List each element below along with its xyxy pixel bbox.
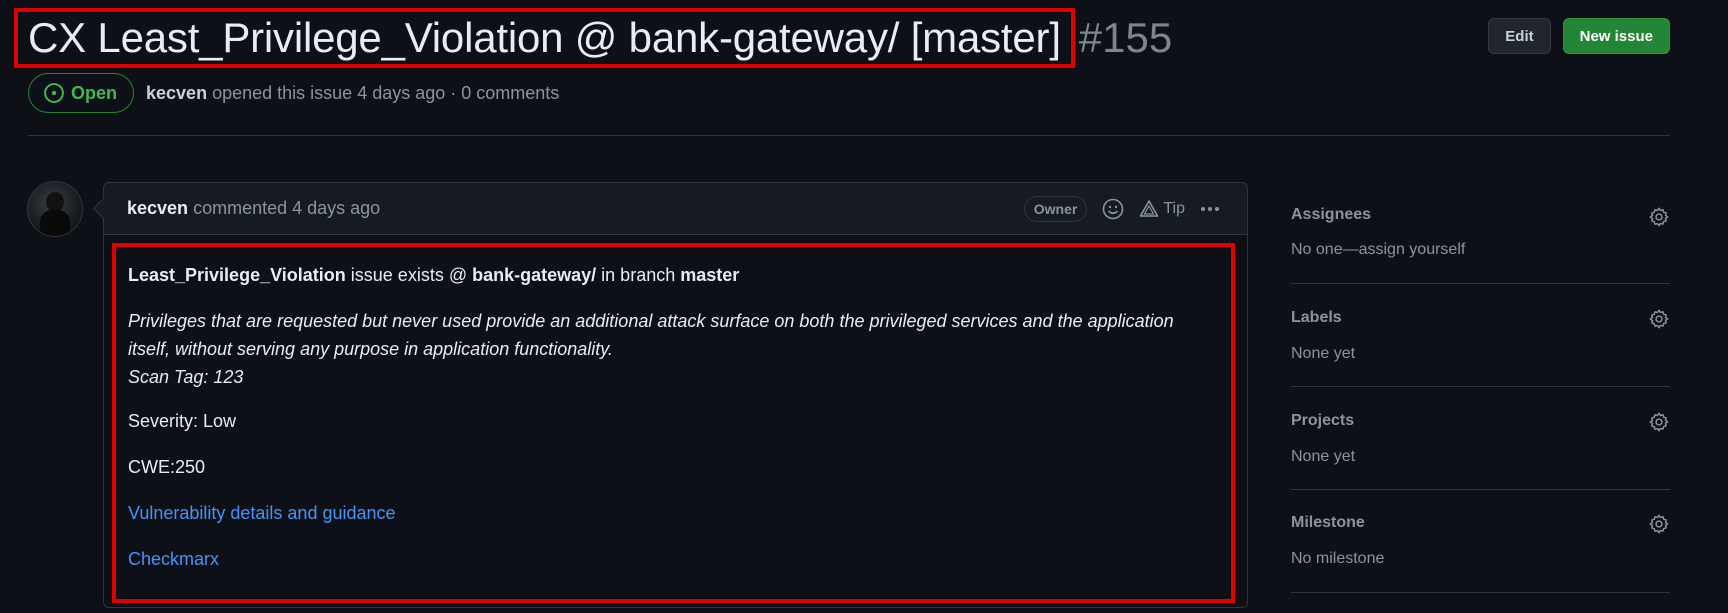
new-issue-button[interactable]: New issue bbox=[1562, 18, 1670, 54]
issue-title-highlight: CX Least_Privilege_Violation @ bank-gate… bbox=[14, 8, 1075, 68]
issue-summary: Least_Privilege_Violation issue exists @… bbox=[128, 261, 1219, 289]
description-line-1: Privileges that are requested but never … bbox=[128, 311, 1174, 331]
checkmarx-link[interactable]: Checkmarx bbox=[128, 549, 219, 569]
comment-body-highlight: Least_Privilege_Violation issue exists @… bbox=[112, 243, 1235, 603]
avatar-body-shape bbox=[40, 210, 70, 236]
sidebar-projects: Projects None yet bbox=[1291, 387, 1670, 490]
severity: Severity: Low bbox=[128, 411, 237, 431]
comment-author-link[interactable]: kecven bbox=[127, 198, 188, 218]
issue-author-link[interactable]: kecven bbox=[146, 83, 207, 103]
issue-meta: Open kecven opened this issue 4 days ago… bbox=[28, 73, 559, 113]
vulnerability-description: Privileges that are requested but never … bbox=[128, 307, 1219, 391]
issue-opened-icon bbox=[44, 83, 64, 103]
branch-name: master bbox=[680, 265, 740, 285]
issue-number: #155 bbox=[1078, 14, 1173, 61]
copilot-tip-icon bbox=[1140, 200, 1159, 217]
assignees-title[interactable]: Assignees bbox=[1291, 206, 1371, 224]
comment-timestamp[interactable]: commented 4 days ago bbox=[193, 198, 380, 218]
milestone-title[interactable]: Milestone bbox=[1291, 514, 1365, 532]
issue-title: CX Least_Privilege_Violation @ bank-gate… bbox=[28, 14, 1061, 61]
issue-state-label: Open bbox=[71, 82, 118, 103]
owner-badge: Owner bbox=[1023, 196, 1088, 222]
edit-button[interactable]: Edit bbox=[1488, 18, 1551, 54]
comment-header: kecven commented 4 days ago Owner Tip bbox=[104, 183, 1247, 235]
issue-sidebar: Assignees No one—assign yourself Labels … bbox=[1291, 182, 1670, 593]
sidebar-assignees: Assignees No one—assign yourself bbox=[1291, 182, 1670, 284]
comment-author-info: kecven commented 4 days ago bbox=[127, 198, 380, 219]
assignees-value[interactable]: No one—assign yourself bbox=[1291, 241, 1465, 259]
description-line-2: itself, without serving any purpose in a… bbox=[128, 339, 613, 359]
comment-options-icon[interactable] bbox=[1199, 207, 1221, 211]
sidebar-milestone: Milestone No milestone bbox=[1291, 490, 1670, 593]
gear-icon[interactable] bbox=[1648, 411, 1670, 433]
project-name: bank-gateway/ bbox=[472, 265, 597, 285]
vulnerability-details-link[interactable]: Vulnerability details and guidance bbox=[128, 503, 396, 523]
issue-title-row: CX Least_Privilege_Violation @ bank-gate… bbox=[14, 8, 1172, 68]
issue-opened-info: kecven opened this issue 4 days ago · 0 … bbox=[146, 83, 559, 104]
add-reaction-icon[interactable] bbox=[1101, 197, 1125, 221]
gear-icon[interactable] bbox=[1648, 206, 1670, 228]
issue-comment: kecven commented 4 days ago Owner Tip Le… bbox=[103, 182, 1248, 608]
scan-tag: Scan Tag: 123 bbox=[128, 367, 244, 387]
issue-opened-text: opened this issue 4 days ago · 0 comment… bbox=[212, 82, 560, 103]
header-actions: Edit New issue bbox=[1488, 18, 1670, 54]
header-divider bbox=[28, 135, 1670, 136]
comment-header-tools: Owner Tip bbox=[1023, 196, 1221, 222]
query-name: Least_Privilege_Violation bbox=[128, 265, 346, 285]
avatar[interactable] bbox=[27, 181, 83, 237]
gear-icon[interactable] bbox=[1648, 308, 1670, 330]
exists-text: issue exists @ bbox=[350, 265, 468, 285]
tip-button[interactable]: Tip bbox=[1139, 199, 1185, 219]
tip-label: Tip bbox=[1163, 200, 1185, 217]
labels-value: None yet bbox=[1291, 345, 1356, 362]
milestone-value: No milestone bbox=[1291, 550, 1385, 567]
in-branch-text: in branch bbox=[601, 265, 676, 285]
cwe: CWE:250 bbox=[128, 457, 206, 477]
issue-state-badge: Open bbox=[28, 73, 135, 113]
projects-title[interactable]: Projects bbox=[1291, 412, 1354, 430]
sidebar-labels: Labels None yet bbox=[1291, 284, 1670, 387]
avatar-head-shape bbox=[46, 192, 64, 212]
gear-icon[interactable] bbox=[1648, 513, 1670, 535]
projects-value: None yet bbox=[1291, 448, 1356, 465]
labels-title[interactable]: Labels bbox=[1291, 309, 1342, 327]
